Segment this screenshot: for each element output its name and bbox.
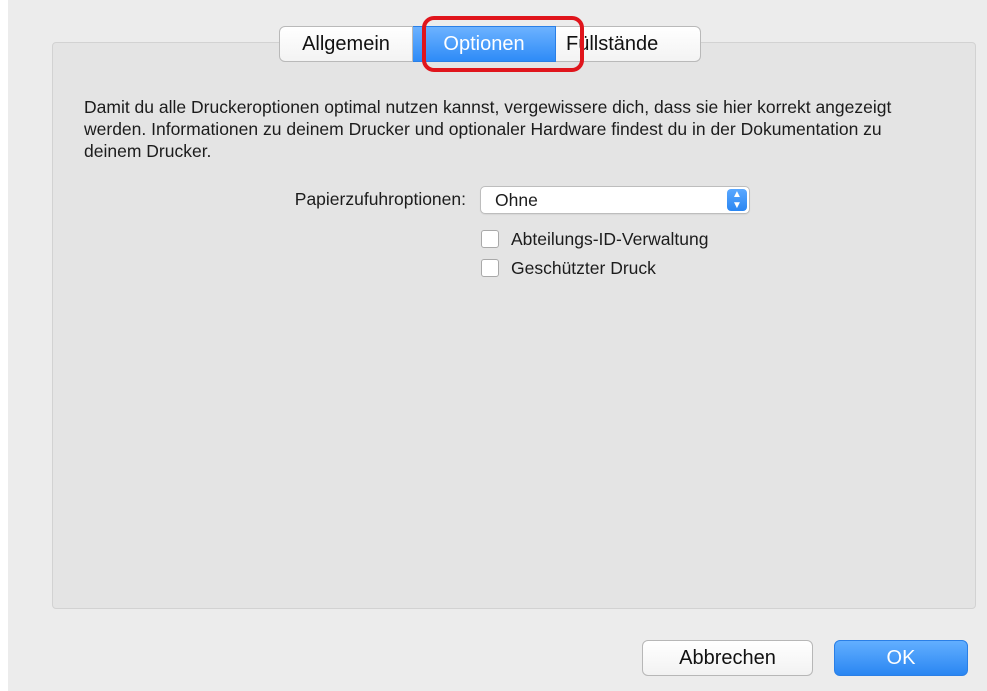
department-id-label: Abteilungs-ID-Verwaltung [511, 228, 709, 249]
options-description: Damit du alle Druckeroptionen optimal nu… [84, 97, 892, 161]
secure-print-label: Geschützter Druck [511, 257, 656, 278]
ok-button[interactable]: OK [834, 640, 968, 676]
department-id-checkbox[interactable] [481, 230, 499, 248]
paper-feed-value: Ohne [495, 190, 538, 210]
paper-feed-label: Papierzufuhroptionen: [294, 189, 466, 209]
cancel-button[interactable]: Abbrechen [642, 640, 813, 676]
secure-print-checkbox[interactable] [481, 259, 499, 277]
paper-feed-select[interactable]: Ohne ▲ ▼ [480, 186, 750, 214]
tab-allgemein[interactable]: Allgemein [279, 26, 413, 62]
chevron-up-down-icon: ▲ ▼ [727, 189, 747, 211]
checkbox-row-secure-print[interactable]: Geschützter Druck [481, 257, 656, 279]
tab-highlight-annotation [422, 16, 584, 72]
checkbox-row-department-id[interactable]: Abteilungs-ID-Verwaltung [481, 228, 708, 250]
